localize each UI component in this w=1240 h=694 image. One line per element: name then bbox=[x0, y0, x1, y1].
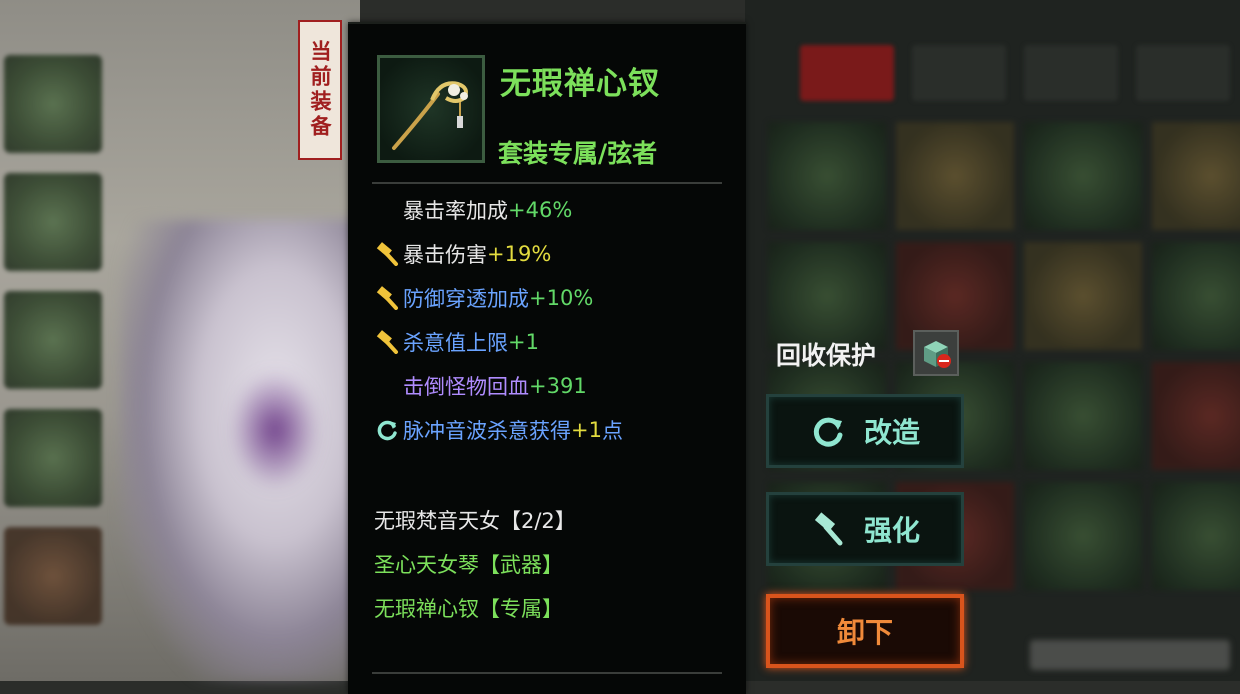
stat-row: 暴击伤害 +19% bbox=[374, 240, 551, 268]
stat-suffix: 点 bbox=[601, 419, 623, 443]
stat-value: +1 bbox=[571, 418, 602, 442]
box-forbid-icon bbox=[924, 341, 951, 368]
stat-name: 脉冲音波杀意获得 bbox=[403, 419, 571, 443]
current-equipment-label: 当前装备 bbox=[308, 40, 333, 140]
stat-value: +10% bbox=[529, 286, 594, 310]
inventory-footer bbox=[1030, 640, 1230, 670]
recycle-protect-label: 回收保护 bbox=[776, 341, 877, 370]
inventory-slot[interactable] bbox=[768, 122, 886, 230]
hammer-icon bbox=[374, 285, 400, 311]
inventory-slot[interactable] bbox=[1152, 482, 1240, 590]
set-title: 无瑕梵音天女【2/2】 bbox=[374, 509, 576, 533]
inventory-slot[interactable] bbox=[1152, 362, 1240, 470]
inventory-tab[interactable] bbox=[800, 45, 894, 101]
inventory-slot[interactable] bbox=[1152, 122, 1240, 230]
inventory-slot[interactable] bbox=[1024, 242, 1142, 350]
inventory-slot[interactable] bbox=[896, 122, 1014, 230]
enhance-button[interactable]: 强化 bbox=[766, 492, 964, 566]
enhance-label: 强化 bbox=[863, 514, 920, 547]
recycle-protect-toggle[interactable] bbox=[913, 330, 959, 376]
stat-row: 脉冲音波杀意获得 +1 点 bbox=[374, 416, 623, 444]
character-thumb[interactable] bbox=[4, 409, 102, 507]
stat-value: +391 bbox=[529, 374, 587, 398]
remake-button[interactable]: 改造 bbox=[766, 394, 964, 468]
set-item: 无瑕禅心钗【专属】 bbox=[374, 597, 563, 621]
stat-value: +1 bbox=[508, 330, 539, 354]
stat-value: +46% bbox=[508, 198, 573, 222]
stat-name: 防御穿透加成 bbox=[403, 287, 529, 311]
stat-name: 暴击伤害 bbox=[403, 243, 487, 267]
character-garment bbox=[230, 370, 320, 490]
stat-name: 杀意值上限 bbox=[403, 331, 508, 355]
inventory-tab[interactable] bbox=[1024, 45, 1118, 101]
inventory-slot[interactable] bbox=[768, 242, 886, 350]
character-thumb[interactable] bbox=[4, 55, 102, 153]
hammer-icon bbox=[374, 329, 400, 355]
character-thumb[interactable] bbox=[4, 527, 102, 625]
character-thumb[interactable] bbox=[4, 173, 102, 271]
divider bbox=[372, 672, 722, 674]
refresh-icon bbox=[374, 417, 400, 443]
remake-label: 改造 bbox=[863, 416, 920, 449]
hammer-icon bbox=[374, 241, 400, 267]
inventory-tabs bbox=[800, 45, 1230, 101]
item-set-exclusive: 套装专属/弦者 bbox=[498, 139, 658, 168]
item-name: 无瑕禅心钗 bbox=[500, 66, 660, 102]
character-list bbox=[4, 55, 104, 645]
inventory-slot[interactable] bbox=[1024, 362, 1142, 470]
inventory-tab[interactable] bbox=[1136, 45, 1230, 101]
inventory-slot[interactable] bbox=[1024, 122, 1142, 230]
inventory-slot[interactable] bbox=[1024, 482, 1142, 590]
unequip-button[interactable]: 卸下 bbox=[766, 594, 964, 668]
stat-row: 暴击率加成 +46% bbox=[374, 196, 572, 224]
hammer-icon bbox=[814, 512, 843, 546]
refresh-icon bbox=[813, 417, 843, 447]
inventory-tab[interactable] bbox=[912, 45, 1006, 101]
unequip-label: 卸下 bbox=[836, 616, 893, 649]
stat-name: 击倒怪物回血 bbox=[403, 375, 529, 399]
stat-value: +19% bbox=[487, 242, 552, 266]
stat-row: 杀意值上限 +1 bbox=[374, 328, 539, 356]
stat-row: 击倒怪物回血 +391 bbox=[374, 372, 587, 400]
inventory-slot[interactable] bbox=[1152, 242, 1240, 350]
current-equipment-tag: 当前装备 bbox=[298, 20, 342, 160]
hairpin-icon bbox=[377, 55, 485, 163]
divider bbox=[372, 182, 722, 184]
stat-name: 暴击率加成 bbox=[403, 199, 508, 223]
character-thumb[interactable] bbox=[4, 291, 102, 389]
stat-row: 防御穿透加成 +10% bbox=[374, 284, 593, 312]
set-item: 圣心天女琴【武器】 bbox=[374, 553, 563, 577]
